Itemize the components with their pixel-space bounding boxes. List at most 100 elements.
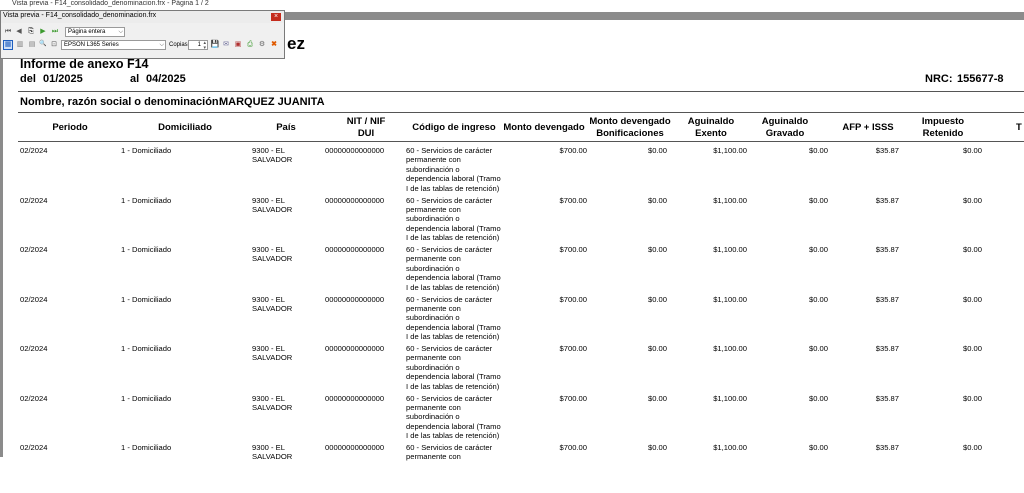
preview-toolbar-dialog[interactable]: Vista previa - F14_consolidado_denominac… (0, 10, 285, 59)
cell-periodo: 02/2024 (20, 443, 48, 452)
cell-aguinaldo-gravado: $0.00 (808, 245, 828, 254)
cell-afp-isss: $35.87 (875, 393, 899, 403)
previous-page-icon[interactable]: ◀ (14, 27, 24, 36)
cell-domiciliado: 1 - Domiciliado (121, 294, 172, 304)
cell-aguinaldo-gravado: $0.00 (808, 146, 828, 155)
col-header-total: T (1016, 122, 1022, 133)
name-label: Nombre, razón social o denominación: (20, 96, 223, 108)
cell-impuesto: $0.00 (962, 344, 982, 353)
cell-bonificaciones: $0.00 (647, 245, 667, 254)
cell-periodo: 02/2024 (20, 146, 48, 155)
cell-aguinaldo-gravado: $0.00 (808, 393, 828, 403)
period-to-value: 04/2025 (146, 73, 186, 85)
cell-nit: 00000000000000 (325, 393, 385, 403)
cell-afp-isss: $35.87 (875, 245, 899, 254)
stepper-arrows-icon: ▴ ▾ (203, 40, 206, 50)
close-icon[interactable]: ✖ (269, 40, 279, 49)
cell-pais: 9300 - EL SALVADOR (252, 294, 293, 313)
table-header-divider (18, 141, 1024, 142)
cell-monto: $700.00 (559, 146, 587, 155)
report-title-partial: ez (287, 34, 305, 53)
chevron-down-icon: ⌵ (159, 42, 164, 48)
settings-icon[interactable]: ⚙ (257, 40, 267, 49)
cell-periodo: 02/2024 (20, 344, 48, 353)
printer-select[interactable]: EPSON L365 Series ⌵ (61, 40, 166, 50)
zoom-fit-icon[interactable]: ⊡ (49, 40, 59, 49)
col-header-domiciliado: Domiciliado (158, 122, 212, 133)
cell-monto: $700.00 (559, 294, 587, 304)
two-page-view-icon[interactable]: ▥ (15, 40, 25, 49)
col-header-impuesto: Impuesto Retenido (921, 116, 965, 139)
cell-pais: 9300 - EL SALVADOR (252, 195, 293, 214)
cell-bonificaciones: $0.00 (647, 443, 667, 452)
nrc-label: NRC: (925, 73, 953, 85)
report-title: Informe de anexo F14 (20, 57, 149, 71)
cell-codigo: 60 - Servicios de carácter permanente co… (406, 294, 501, 342)
dialog-titlebar[interactable]: Vista previa - F14_consolidado_denominac… (1, 11, 284, 23)
next-page-icon[interactable]: ▶ (38, 27, 48, 36)
nrc-value: 155677-8 (957, 73, 1004, 85)
table-row: 02/2024 1 - Domiciliado 9300 - EL SALVADOR… (0, 245, 1024, 295)
col-header-aguinaldo-gravado: Aguinaldo Gravado (761, 116, 809, 139)
copies-label: Copias (169, 42, 188, 48)
copy-icon[interactable]: ⎘ (26, 27, 36, 36)
first-page-icon[interactable]: ⏮ (3, 27, 13, 36)
cell-bonificaciones: $0.00 (647, 146, 667, 155)
cell-afp-isss: $35.87 (875, 146, 899, 155)
window-title: Vista previa - F14_consolidado_denominac… (12, 0, 209, 7)
col-header-afp-isss: AFP + ISSS (842, 122, 894, 133)
name-divider (18, 112, 1024, 113)
cell-impuesto: $0.00 (962, 393, 982, 403)
cell-codigo: 60 - Servicios de carácter permanente co… (406, 195, 501, 243)
cell-domiciliado: 1 - Domiciliado (121, 195, 172, 205)
period-to-label: al (130, 73, 140, 85)
cell-codigo: 60 - Servicios de carácter permanente co… (406, 443, 493, 462)
cell-pais: 9300 - EL SALVADOR (252, 393, 293, 412)
cell-aguinaldo-exento: $1,100.00 (713, 146, 747, 155)
printer-select-value: EPSON L365 Series (64, 42, 119, 48)
cell-afp-isss: $35.87 (875, 443, 899, 452)
cell-nit: 00000000000000 (325, 195, 385, 205)
cell-monto: $700.00 (559, 344, 587, 353)
cell-aguinaldo-gravado: $0.00 (808, 443, 828, 452)
table-row: 02/2024 1 - Domiciliado 9300 - EL SALVADOR… (0, 295, 1024, 345)
cell-domiciliado: 1 - Domiciliado (121, 344, 172, 353)
col-header-monto: Monto devengado (503, 122, 585, 133)
cell-bonificaciones: $0.00 (647, 195, 667, 205)
col-header-pais: País (276, 122, 296, 133)
cell-codigo: 60 - Servicios de carácter permanente co… (406, 393, 501, 441)
cell-aguinaldo-exento: $1,100.00 (713, 294, 747, 304)
cell-monto: $700.00 (559, 393, 587, 403)
cell-codigo: 60 - Servicios de carácter permanente co… (406, 245, 501, 292)
find-icon[interactable]: 🔍 (38, 40, 48, 49)
cell-aguinaldo-gravado: $0.00 (808, 294, 828, 304)
cell-nit: 00000000000000 (325, 443, 385, 452)
table-row: 02/2024 1 - Domiciliado 9300 - EL SALVADOR… (0, 443, 1024, 493)
cell-aguinaldo-exento: $1,100.00 (713, 344, 747, 353)
cell-aguinaldo-exento: $1,100.00 (713, 245, 747, 254)
cell-impuesto: $0.00 (962, 294, 982, 304)
print-icon[interactable]: ⎙ (245, 40, 255, 49)
cell-bonificaciones: $0.00 (647, 393, 667, 403)
cell-pais: 9300 - EL SALVADOR (252, 146, 293, 165)
email-icon[interactable]: ✉ (221, 40, 231, 49)
cell-aguinaldo-exento: $1,100.00 (713, 195, 747, 205)
col-header-periodo: Periodo (52, 122, 88, 133)
table-row: 02/2024 1 - Domiciliado 9300 - EL SALVADOR… (0, 394, 1024, 444)
cell-afp-isss: $35.87 (875, 294, 899, 304)
last-page-icon[interactable]: ⏭ (50, 27, 60, 36)
multi-page-view-icon[interactable]: ▤ (27, 40, 37, 49)
copies-stepper[interactable]: 1 ▴ ▾ (188, 40, 208, 50)
cell-domiciliado: 1 - Domiciliado (121, 245, 172, 254)
cell-pais: 9300 - EL SALVADOR (252, 443, 293, 462)
cell-impuesto: $0.00 (962, 443, 982, 452)
single-page-view-icon[interactable]: ▦ (3, 40, 13, 50)
export-pdf-icon[interactable]: ▣ (233, 40, 243, 49)
cell-periodo: 02/2024 (20, 195, 48, 205)
save-icon[interactable]: 💾 (210, 40, 220, 49)
dialog-close-button[interactable]: × (271, 13, 281, 21)
zoom-select[interactable]: Página entera ⌵ (65, 27, 125, 37)
table-row: 02/2024 1 - Domiciliado 9300 - EL SALVADOR… (0, 146, 1024, 196)
header-divider (18, 91, 1024, 92)
cell-pais: 9300 - EL SALVADOR (252, 245, 293, 264)
